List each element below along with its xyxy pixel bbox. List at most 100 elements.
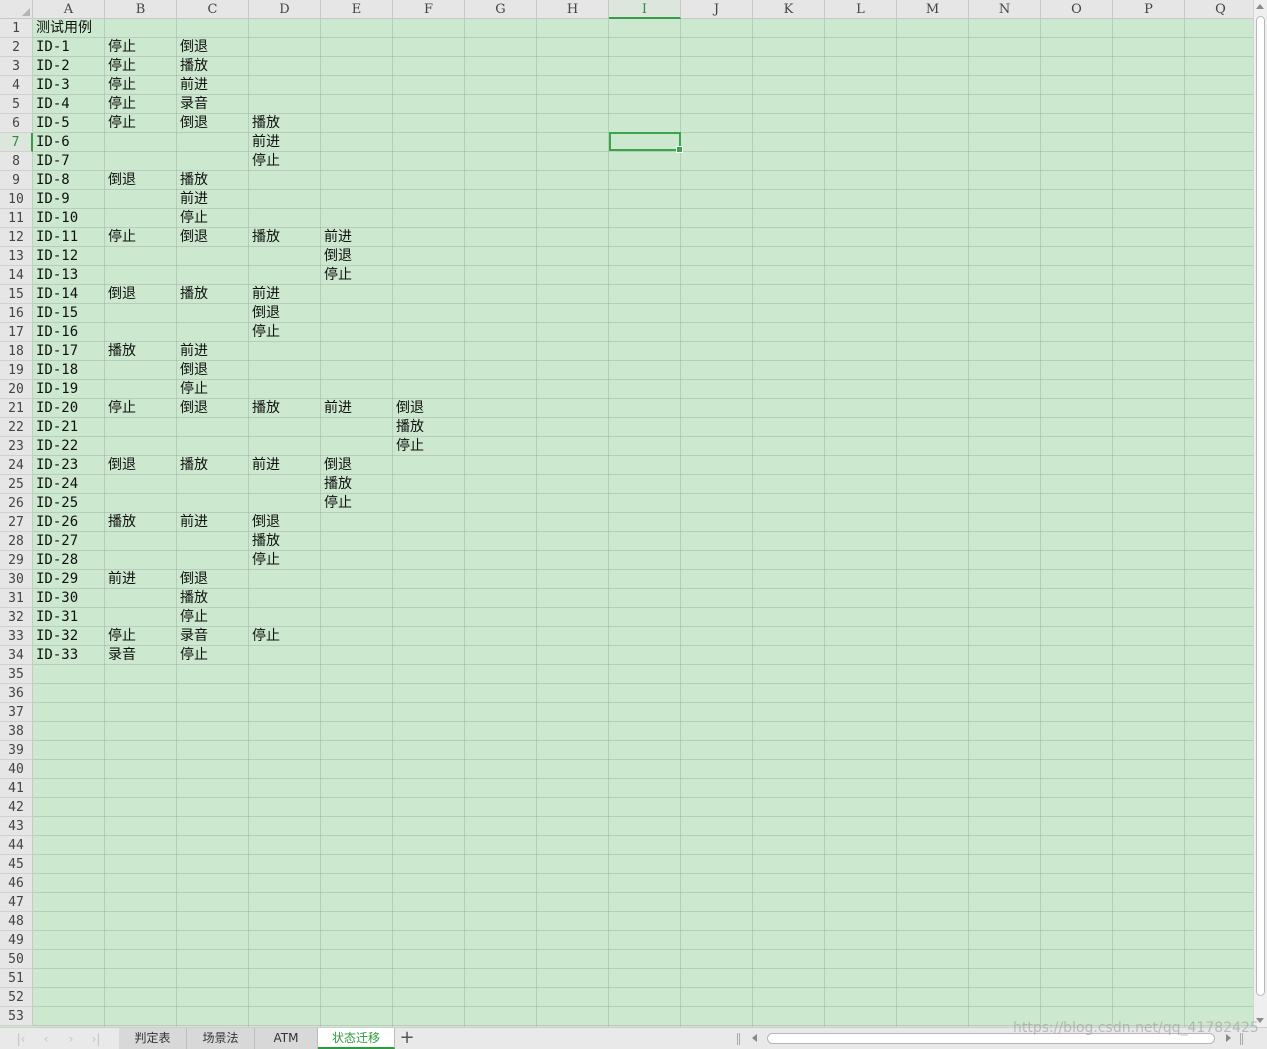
cell-b30[interactable]: 前进 [105, 570, 136, 589]
column-header-i[interactable]: I [609, 0, 681, 19]
cell-a22[interactable]: ID-21 [33, 418, 78, 437]
cell-a5[interactable]: ID-4 [33, 95, 70, 114]
cell-b15[interactable]: 倒退 [105, 285, 136, 304]
selected-cell-indicator[interactable] [609, 132, 683, 153]
cell-a27[interactable]: ID-26 [33, 513, 78, 532]
row-header-10[interactable]: 10 [0, 190, 33, 209]
cell-a19[interactable]: ID-18 [33, 361, 78, 380]
cell-c27[interactable]: 前进 [177, 513, 208, 532]
cell-a31[interactable]: ID-30 [33, 589, 78, 608]
cell-a34[interactable]: ID-33 [33, 646, 78, 665]
cell-a1[interactable]: 测试用例 [33, 19, 92, 38]
cell-a2[interactable]: ID-1 [33, 38, 70, 57]
cell-a11[interactable]: ID-10 [33, 209, 78, 228]
cell-f23[interactable]: 停止 [393, 437, 424, 456]
cell-c34[interactable]: 停止 [177, 646, 208, 665]
vertical-scrollbar[interactable] [1253, 0, 1267, 1027]
scroll-left-icon[interactable] [752, 1034, 757, 1042]
cell-c12[interactable]: 倒退 [177, 228, 208, 247]
cell-e21[interactable]: 前进 [321, 399, 352, 418]
cell-c3[interactable]: 播放 [177, 57, 208, 76]
column-header-d[interactable]: D [249, 0, 321, 19]
row-header-42[interactable]: 42 [0, 798, 33, 817]
cell-a33[interactable]: ID-32 [33, 627, 78, 646]
row-header-38[interactable]: 38 [0, 722, 33, 741]
select-all-corner[interactable] [0, 0, 33, 19]
cell-d12[interactable]: 播放 [249, 228, 280, 247]
cell-b24[interactable]: 倒退 [105, 456, 136, 475]
row-header-19[interactable]: 19 [0, 361, 33, 380]
scroll-right-icon[interactable] [1226, 1034, 1231, 1042]
cell-c19[interactable]: 倒退 [177, 361, 208, 380]
cell-c21[interactable]: 倒退 [177, 399, 208, 418]
first-sheet-icon[interactable]: |‹ [12, 1031, 30, 1047]
cell-e14[interactable]: 停止 [321, 266, 352, 285]
cell-c10[interactable]: 前进 [177, 190, 208, 209]
cell-a14[interactable]: ID-13 [33, 266, 78, 285]
cell-b4[interactable]: 停止 [105, 76, 136, 95]
cell-a4[interactable]: ID-3 [33, 76, 70, 95]
cell-d28[interactable]: 播放 [249, 532, 280, 551]
spreadsheet[interactable]: ABCDEFGHIJKLMNOPQ 1 2 3 4 5 6 7 8 9 10 11 12 13 14 15 1… [0, 0, 1253, 1027]
cell-a21[interactable]: ID-20 [33, 399, 78, 418]
cell-d15[interactable]: 前进 [249, 285, 280, 304]
cell-b18[interactable]: 播放 [105, 342, 136, 361]
column-header-a[interactable]: A [33, 0, 105, 19]
cell-f22[interactable]: 播放 [393, 418, 424, 437]
cell-d21[interactable]: 播放 [249, 399, 280, 418]
cell-a9[interactable]: ID-8 [33, 171, 70, 190]
next-sheet-icon[interactable]: › [62, 1031, 80, 1047]
sheet-tab-3[interactable]: ATM [255, 1028, 318, 1049]
cell-a26[interactable]: ID-25 [33, 494, 78, 513]
column-header-g[interactable]: G [465, 0, 537, 19]
cell-e12[interactable]: 前进 [321, 228, 352, 247]
cell-a3[interactable]: ID-2 [33, 57, 70, 76]
cell-c6[interactable]: 倒退 [177, 114, 208, 133]
row-header-37[interactable]: 37 [0, 703, 33, 722]
cell-d24[interactable]: 前进 [249, 456, 280, 475]
row-header-39[interactable]: 39 [0, 741, 33, 760]
row-header-36[interactable]: 36 [0, 684, 33, 703]
row-header-3[interactable]: 3 [0, 57, 33, 76]
cell-a18[interactable]: ID-17 [33, 342, 78, 361]
row-header-44[interactable]: 44 [0, 836, 33, 855]
row-header-40[interactable]: 40 [0, 760, 33, 779]
cell-b27[interactable]: 播放 [105, 513, 136, 532]
horizontal-scroll-thumb[interactable] [767, 1033, 1215, 1044]
cell-a8[interactable]: ID-7 [33, 152, 70, 171]
cell-c9[interactable]: 播放 [177, 171, 208, 190]
cell-d8[interactable]: 停止 [249, 152, 280, 171]
cell-a24[interactable]: ID-23 [33, 456, 78, 475]
scroll-down-icon[interactable] [1256, 1018, 1264, 1023]
row-header-23[interactable]: 23 [0, 437, 33, 456]
cell-c31[interactable]: 播放 [177, 589, 208, 608]
row-header-15[interactable]: 15 [0, 285, 33, 304]
sheet-tab-4[interactable]: 状态迁移 [318, 1028, 395, 1049]
row-header-52[interactable]: 52 [0, 988, 33, 1007]
cell-b6[interactable]: 停止 [105, 114, 136, 133]
row-header-28[interactable]: 28 [0, 532, 33, 551]
column-header-n[interactable]: N [969, 0, 1041, 19]
cell-c4[interactable]: 前进 [177, 76, 208, 95]
row-header-21[interactable]: 21 [0, 399, 33, 418]
row-header-34[interactable]: 34 [0, 646, 33, 665]
row-header-48[interactable]: 48 [0, 912, 33, 931]
row-header-1[interactable]: 1 [0, 19, 33, 38]
cell-e24[interactable]: 倒退 [321, 456, 352, 475]
cell-d7[interactable]: 前进 [249, 133, 280, 152]
cell-a29[interactable]: ID-28 [33, 551, 78, 570]
sheet-tab-2[interactable]: 场景法 [187, 1028, 255, 1049]
column-header-j[interactable]: J [681, 0, 753, 19]
cell-a15[interactable]: ID-14 [33, 285, 78, 304]
row-header-12[interactable]: 12 [0, 228, 33, 247]
last-sheet-icon[interactable]: ›| [87, 1031, 105, 1047]
cell-a30[interactable]: ID-29 [33, 570, 78, 589]
column-header-e[interactable]: E [321, 0, 393, 19]
cell-c24[interactable]: 播放 [177, 456, 208, 475]
cell-b12[interactable]: 停止 [105, 228, 136, 247]
add-sheet-button[interactable]: + [397, 1028, 417, 1049]
row-header-32[interactable]: 32 [0, 608, 33, 627]
cell-c20[interactable]: 停止 [177, 380, 208, 399]
row-header-7[interactable]: 7 [0, 133, 33, 152]
cell-c15[interactable]: 播放 [177, 285, 208, 304]
